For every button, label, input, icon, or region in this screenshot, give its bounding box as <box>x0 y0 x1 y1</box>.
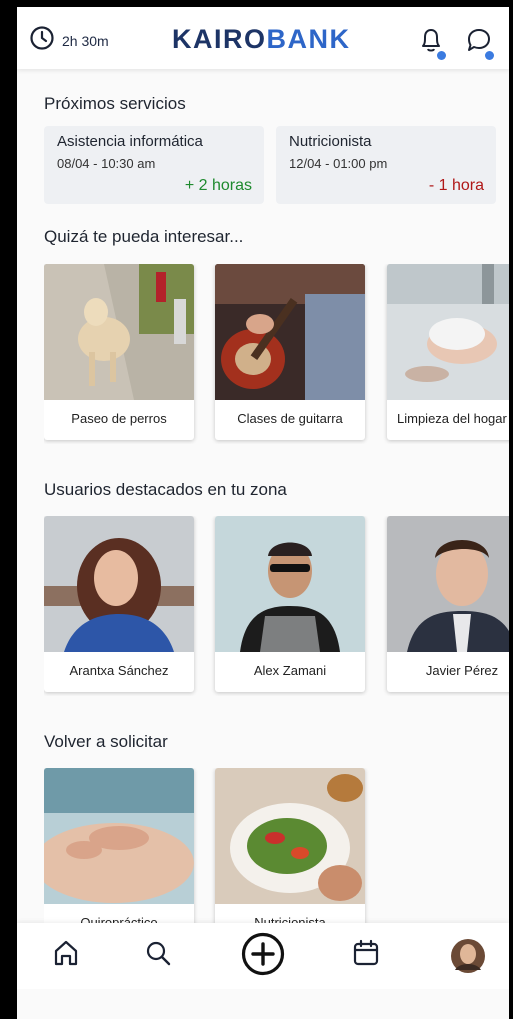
upcoming-card[interactable]: Nutricionista 12/04 - 01:00 pm - 1 hora <box>276 126 496 204</box>
card-label: Alex Zamani <box>253 663 327 678</box>
nav-home[interactable] <box>51 937 81 974</box>
user-photo <box>215 516 365 652</box>
profile-avatar <box>450 939 486 978</box>
card-label: Clases de guitarra <box>237 411 343 426</box>
message-dot <box>485 51 494 60</box>
again-title: Volver a solicitar <box>44 732 168 751</box>
nav-add[interactable] <box>240 931 286 982</box>
notifications-button[interactable] <box>417 25 446 60</box>
service-card[interactable]: Nutricionista <box>215 768 365 944</box>
service-name: Asistencia informática <box>57 133 203 150</box>
nav-search[interactable] <box>143 937 173 974</box>
logo-part-1: KAIRO <box>172 24 267 54</box>
bottom-spacer <box>17 989 509 1019</box>
card-label: Javier Pérez <box>425 663 499 678</box>
service-delta: - 1 hora <box>428 177 484 194</box>
service-card[interactable]: Clases de guitarra <box>215 264 365 440</box>
notification-dot <box>437 51 446 60</box>
interest-carousel[interactable]: Paseo de perros Clases de guitarra Limpi… <box>44 264 509 444</box>
calendar-icon <box>351 939 381 973</box>
user-card[interactable]: Arantxa Sánchez <box>44 516 194 692</box>
service-date: 08/04 - 10:30 am <box>57 156 156 171</box>
card-label: Arantxa Sánchez <box>69 663 169 678</box>
chiropractic-image <box>44 768 194 904</box>
cleaning-image <box>387 264 509 400</box>
service-name: Nutricionista <box>289 133 372 150</box>
card-label: Limpieza del hogar <box>397 411 507 426</box>
featured-carousel[interactable]: Arantxa Sánchez Alex Zamani Javier Pérez <box>44 516 509 696</box>
user-card[interactable]: Javier Pérez <box>387 516 509 692</box>
home-icon <box>51 940 81 973</box>
service-card[interactable]: Quiropráctico <box>44 768 194 944</box>
upcoming-card[interactable]: Asistencia informática 08/04 - 10:30 am … <box>44 126 264 204</box>
timer[interactable]: 2h 30m <box>29 25 109 56</box>
user-photo <box>387 516 509 652</box>
search-icon <box>143 941 173 973</box>
guitar-image <box>215 264 365 400</box>
nutrition-image <box>215 768 365 904</box>
nav-calendar[interactable] <box>351 937 381 974</box>
app-logo: KAIROBANK <box>172 24 351 55</box>
dog-walking-image <box>44 264 194 400</box>
service-card[interactable]: Paseo de perros <box>44 264 194 440</box>
service-date: 12/04 - 01:00 pm <box>289 156 388 171</box>
add-circle-icon <box>240 932 286 981</box>
app-screen: 2h 30m KAIROBANK Próximos servicios Asis… <box>17 7 509 1019</box>
clock-icon <box>29 25 55 56</box>
messages-button[interactable] <box>465 25 494 60</box>
logo-part-2: BANK <box>266 24 351 54</box>
upcoming-title: Próximos servicios <box>44 94 186 113</box>
user-photo <box>44 516 194 652</box>
user-card[interactable]: Alex Zamani <box>215 516 365 692</box>
featured-title: Usuarios destacados en tu zona <box>44 480 287 499</box>
nav-profile[interactable] <box>450 938 486 979</box>
timer-text: 2h 30m <box>62 32 109 49</box>
top-bar: 2h 30m KAIROBANK <box>17 7 509 69</box>
interest-title: Quizá te pueda interesar... <box>44 227 244 246</box>
service-card[interactable]: Limpieza del hogar <box>387 264 509 440</box>
bottom-navigation <box>17 923 509 989</box>
card-label: Paseo de perros <box>71 411 167 426</box>
service-delta: + 2 horas <box>184 177 252 194</box>
again-carousel[interactable]: Quiropráctico Nutricionista <box>44 768 509 948</box>
